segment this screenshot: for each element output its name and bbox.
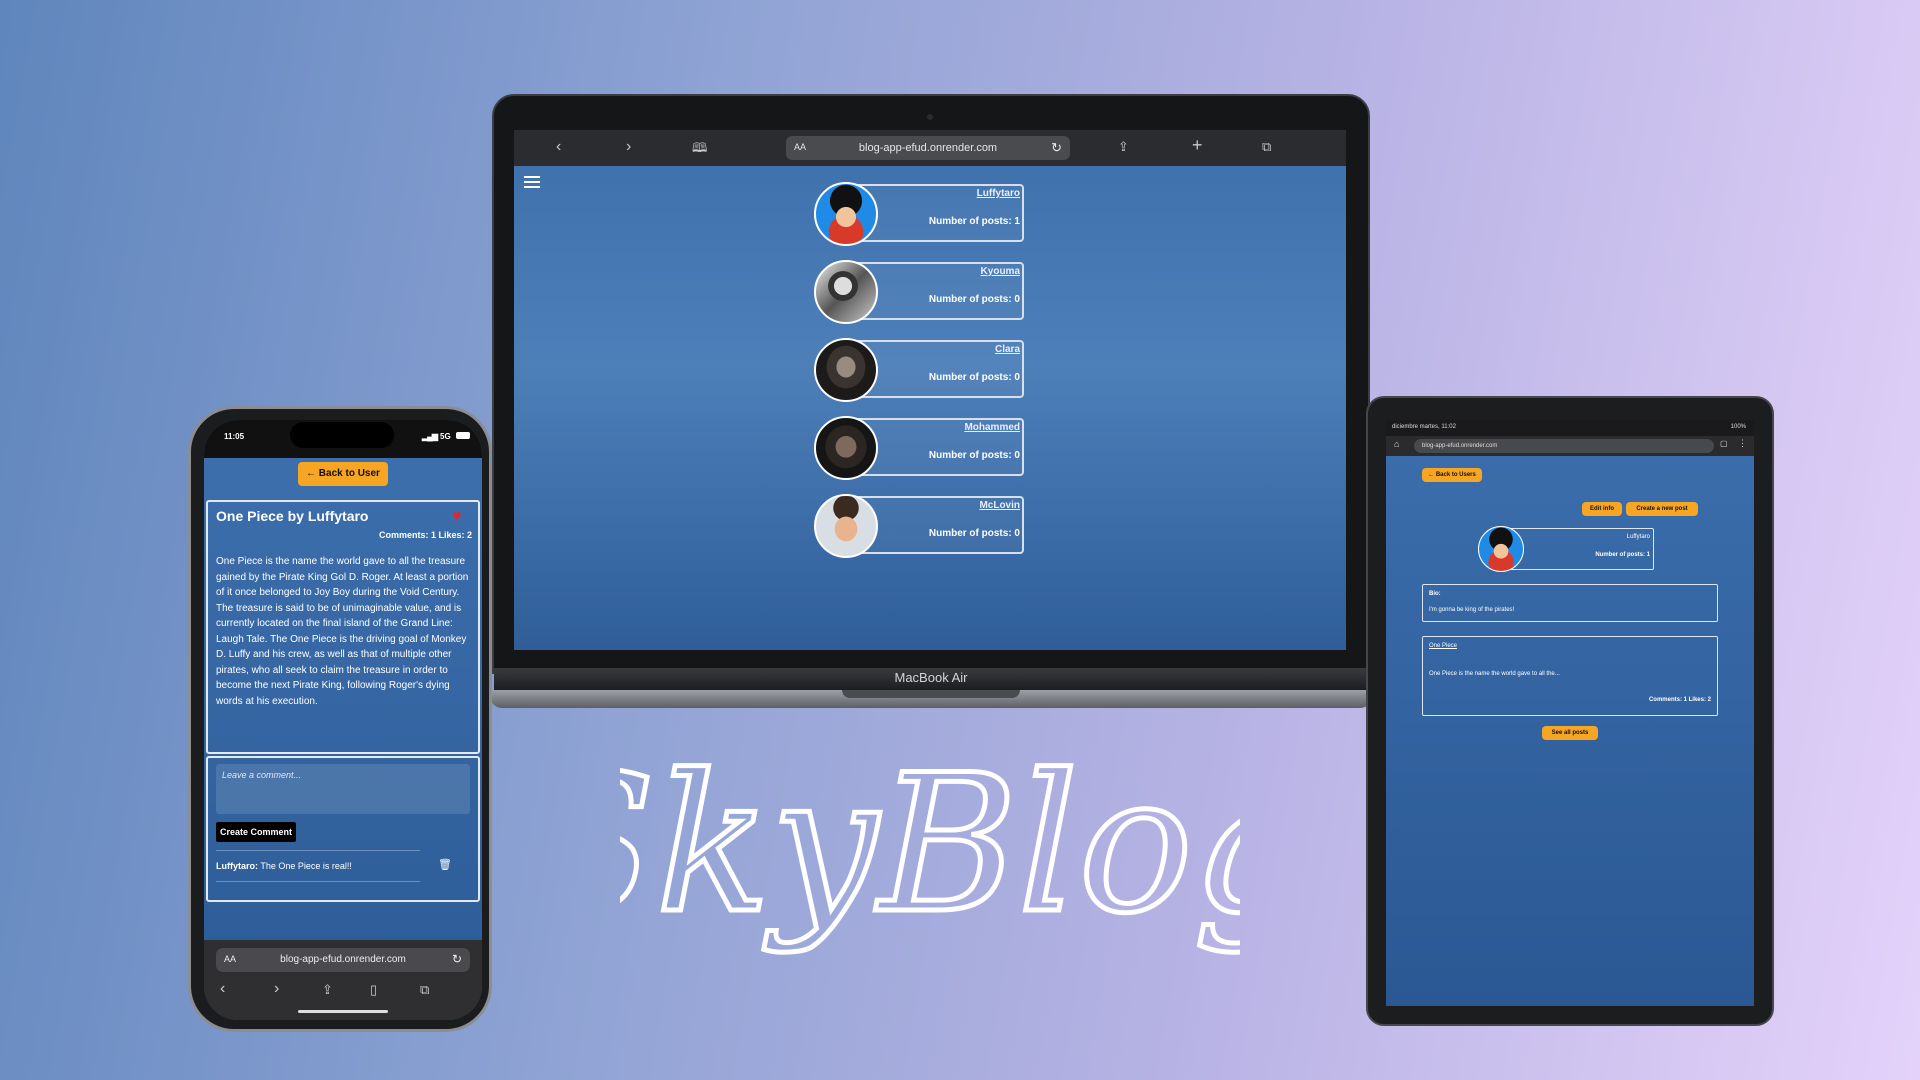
laptop-address-bar[interactable]: AA blog-app-efud.onrender.com ↻	[786, 136, 1070, 160]
share-icon[interactable]: ⇪	[1118, 139, 1129, 155]
home-icon[interactable]: ⌂	[1394, 439, 1399, 449]
comment-text: The One Piece is real!!	[258, 861, 352, 871]
tabs-overview-icon[interactable]: ⧉	[420, 982, 429, 998]
phone-screen: 11:05 ▂▄▆ 5G ← Back to User One Piece by…	[204, 420, 482, 1020]
comment-placeholder: Leave a comment...	[222, 770, 302, 780]
bio-label: Bio:	[1429, 591, 1441, 597]
bio-text: I'm gonna be king of the pirates!	[1429, 607, 1515, 613]
user-card[interactable]: Kyouma Number of posts: 0	[814, 260, 1026, 324]
post-excerpt: One Piece is the name the world gave to …	[1429, 671, 1560, 677]
more-options-icon[interactable]: ⋮	[1738, 438, 1747, 449]
laptop-hinge-notch	[842, 690, 1020, 698]
edit-info-button[interactable]: Edit info	[1582, 502, 1622, 516]
forward-arrow-icon[interactable]: ›	[626, 138, 631, 156]
post-title-link[interactable]: One Piece	[1429, 643, 1457, 649]
comment-author: Luffytaro:	[216, 861, 258, 871]
post-stats: Comments: 1 Likes: 2	[378, 530, 472, 540]
post-title: One Piece by Luffytaro	[216, 508, 369, 524]
signal-icon: ▂▄▆	[422, 432, 438, 441]
device-label: MacBook Air	[894, 670, 968, 685]
user-post-count: Number of posts: 0	[928, 528, 1020, 539]
new-tab-icon[interactable]: +	[1192, 135, 1203, 156]
phone-address-bar[interactable]: AA blog-app-efud.onrender.com ↻	[216, 948, 470, 972]
network-type: 5G	[440, 432, 451, 441]
tablet-browser-bar: ⌂ blog-app-efud.onrender.com ▢ ⋮	[1386, 436, 1754, 456]
tablet-url: blog-app-efud.onrender.com	[1422, 443, 1498, 449]
post-stats: Comments: 1 Likes: 2	[1648, 697, 1711, 703]
user-card[interactable]: Clara Number of posts: 0	[814, 338, 1026, 402]
user-post-count: Number of posts: 0	[928, 450, 1020, 461]
avatar	[1478, 526, 1524, 572]
tablet-screen: diciembre martes, 11:02 100% ⌂ blog-app-…	[1386, 420, 1754, 1006]
user-post-count: Number of posts: 1	[1595, 552, 1650, 558]
trash-icon[interactable]: 🗑	[438, 858, 452, 871]
user-name-link[interactable]: McLovin	[979, 500, 1020, 511]
avatar	[814, 260, 878, 324]
tablet-status-bar: diciembre martes, 11:02 100%	[1386, 420, 1754, 436]
laptop-browser-toolbar: ‹ › 🕮 AA blog-app-efud.onrender.com ↻ ⇪ …	[514, 130, 1346, 166]
avatar	[814, 182, 878, 246]
reload-icon[interactable]: ↻	[1051, 140, 1062, 156]
comment-input[interactable]: Leave a comment...	[216, 764, 470, 814]
forward-arrow-icon[interactable]: ›	[274, 980, 279, 998]
user-name: Luffytaro	[1626, 534, 1650, 540]
avatar	[814, 494, 878, 558]
create-new-post-button[interactable]: Create a new post	[1626, 502, 1698, 516]
user-card[interactable]: McLovin Number of posts: 0	[814, 494, 1026, 558]
dynamic-island	[290, 422, 394, 448]
user-name-link[interactable]: Luffytaro	[977, 188, 1020, 199]
user-card: Luffytaro Number of posts: 1	[1478, 526, 1656, 574]
create-comment-button[interactable]: Create Comment	[216, 822, 296, 842]
battery-level: 100%	[1730, 424, 1746, 430]
bookmarks-icon[interactable]: ▯	[370, 982, 377, 998]
hamburger-menu-icon[interactable]	[524, 176, 540, 191]
user-name-link[interactable]: Mohammed	[964, 422, 1020, 433]
user-card[interactable]: Luffytaro Number of posts: 1	[814, 182, 1026, 246]
phone-browser-bar: AA blog-app-efud.onrender.com ↻ ‹ › ⇪ ▯ …	[204, 940, 482, 1020]
user-post-count: Number of posts: 1	[928, 216, 1020, 227]
back-to-user-button[interactable]: ← Back to User	[298, 462, 388, 486]
share-icon[interactable]: ⇪	[322, 982, 333, 998]
user-card[interactable]: Mohammed Number of posts: 0	[814, 416, 1026, 480]
laptop-screen: ‹ › 🕮 AA blog-app-efud.onrender.com ↻ ⇪ …	[514, 130, 1346, 650]
bookmarks-icon[interactable]: 🕮	[692, 139, 707, 161]
status-time: 11:05	[224, 432, 245, 441]
user-name-link[interactable]: Clara	[995, 344, 1020, 355]
avatar	[814, 416, 878, 480]
back-arrow-icon[interactable]: ‹	[220, 980, 225, 998]
reload-icon[interactable]: ↻	[452, 952, 462, 966]
user-name-link[interactable]: Kyouma	[981, 266, 1020, 277]
post-body: One Piece is the name the world gave to …	[216, 556, 469, 707]
avatar	[814, 338, 878, 402]
bio-box: Bio: I'm gonna be king of the pirates!	[1422, 584, 1718, 622]
see-all-posts-button[interactable]: See all posts	[1542, 726, 1598, 740]
post-card[interactable]: One Piece One Piece is the name the worl…	[1422, 636, 1718, 716]
back-to-users-button[interactable]: ← Back to Users	[1422, 468, 1482, 482]
home-indicator	[298, 1010, 388, 1013]
phone-status-bar: 11:05 ▂▄▆ 5G	[204, 420, 482, 458]
skyblog-logo: SkyBlog	[620, 732, 1240, 958]
tablet-address-bar[interactable]: blog-app-efud.onrender.com	[1414, 439, 1714, 453]
laptop-camera	[927, 114, 933, 120]
logo-text: SkyBlog	[620, 734, 1240, 955]
back-arrow-icon[interactable]: ‹	[556, 138, 561, 156]
user-post-count: Number of posts: 0	[928, 372, 1020, 383]
laptop-url: blog-app-efud.onrender.com	[858, 142, 998, 154]
battery-icon	[456, 432, 470, 439]
status-date-time: diciembre martes, 11:02	[1392, 424, 1456, 430]
phone-url: blog-app-efud.onrender.com	[280, 954, 406, 965]
user-post-count: Number of posts: 0	[928, 294, 1020, 305]
tabs-icon[interactable]: ▢	[1720, 439, 1728, 448]
comment-item: Luffytaro: The One Piece is real!!	[216, 850, 420, 882]
comments-section: Leave a comment... Create Comment Luffyt…	[206, 756, 480, 902]
heart-icon[interactable]: ♥	[452, 508, 462, 526]
post-card: One Piece by Luffytaro ♥ Comments: 1 Lik…	[206, 500, 480, 754]
tabs-overview-icon[interactable]: ⧉	[1262, 139, 1271, 155]
